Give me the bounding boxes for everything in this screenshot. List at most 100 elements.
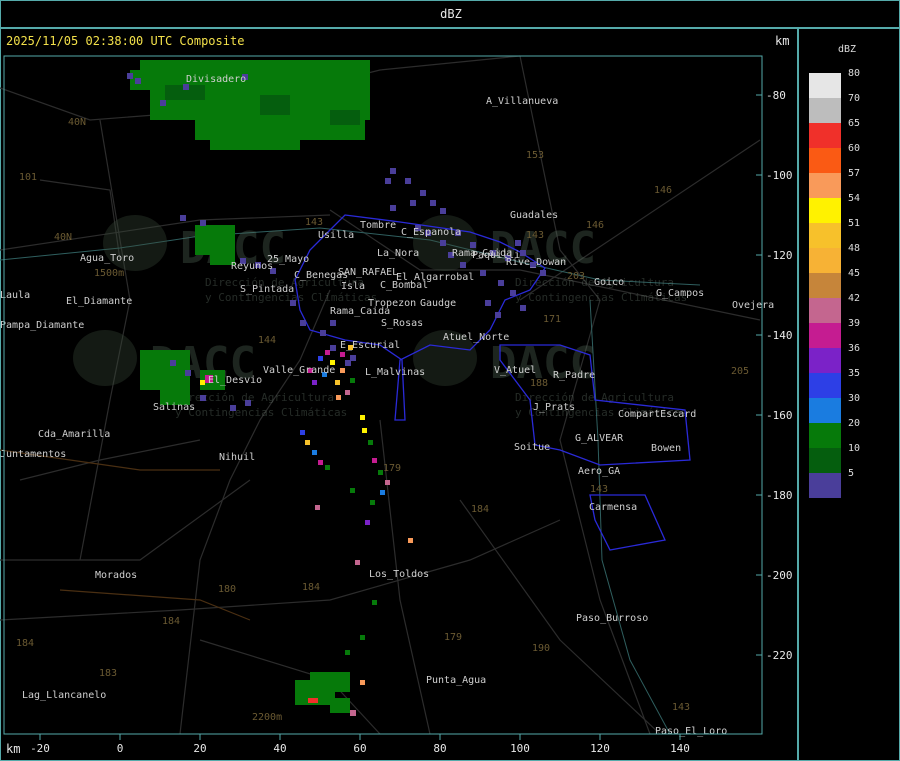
echo-cell: [365, 520, 370, 525]
echo-cell: [405, 178, 411, 184]
echo-cell: [520, 305, 526, 311]
place-label: Rama_Caida: [330, 306, 390, 317]
echo-cell: [300, 430, 305, 435]
x-tick-label: 140: [670, 742, 690, 755]
echo-cell: [345, 650, 350, 655]
road-number-label: 171: [543, 314, 561, 325]
place-label: S_Rosas: [381, 318, 423, 329]
y-axis-ticks: -80 -100 -120 -140 -160 -180 -200 -220: [756, 89, 793, 662]
watermark-logo: [73, 330, 137, 386]
legend-swatch: [809, 173, 841, 198]
timestamp-label: 2025/11/05 02:38:00 UTC Composite: [6, 34, 245, 48]
echo-cell: [245, 400, 251, 406]
x-tick-label: 20: [193, 742, 206, 755]
place-label: Paso_Burroso: [576, 613, 648, 624]
legend-swatch: [809, 123, 841, 148]
legend-swatch: [809, 298, 841, 323]
echo-cell: [380, 490, 385, 495]
y-tick-label: -160: [766, 409, 793, 422]
place-label: Ovejera: [732, 300, 774, 311]
echo-cell: [180, 215, 186, 221]
road-number-label: 143: [305, 217, 323, 228]
place-label: Paso_El_Loro: [655, 726, 727, 737]
echo-cell: [325, 465, 330, 470]
place-label: L_Malvinas: [365, 367, 425, 378]
echo-cell: [495, 312, 501, 318]
echo-cell: [360, 415, 365, 420]
echo-cell: [440, 240, 446, 246]
road-number-label: 205: [731, 366, 749, 377]
legend-swatch: [809, 148, 841, 173]
place-label: Pampa_Diamante: [0, 320, 84, 331]
echo-cell: [290, 300, 296, 306]
legend-label: 10: [848, 443, 861, 454]
place-label: El_Desvio: [208, 375, 262, 386]
x-tick-label: 60: [353, 742, 366, 755]
echo-cell: [312, 380, 317, 385]
echo-cell: [340, 352, 345, 357]
road-number-label: 179: [444, 632, 462, 643]
legend-swatch: [809, 373, 841, 398]
place-label: S_Pintada: [240, 284, 294, 295]
place-label: Isla: [341, 281, 365, 292]
x-tick-label: 100: [510, 742, 530, 755]
echo-cell: [320, 330, 326, 336]
place-label: Usilla: [318, 230, 354, 241]
place-label: SAN_RAFAEL: [338, 267, 398, 278]
place-label: Aero_GA: [578, 466, 620, 477]
road-number-label: 188: [530, 378, 548, 389]
place-label: V_Atuel: [494, 365, 536, 376]
place-label: C_Bombal: [380, 280, 428, 291]
echo-cell: [362, 428, 367, 433]
place-label: Soitue: [514, 442, 550, 453]
place-label: Valle_Grande: [263, 365, 335, 376]
place-label: J_Prats: [533, 402, 575, 413]
legend-swatch: [809, 273, 841, 298]
legend-label: 60: [848, 143, 861, 154]
place-label: Carmensa: [589, 502, 637, 513]
echo-cell: [210, 140, 300, 150]
road-number-label: 183: [99, 668, 117, 679]
echo-cell: [390, 205, 396, 211]
place-label: CompartEscard: [618, 409, 696, 420]
x-tick-label: 120: [590, 742, 610, 755]
dbz-legend: 80 70 65 60 57 54 51 48 45 42 39 36 35 30 20 10 5: [809, 68, 889, 498]
echo-cell: [350, 355, 356, 361]
place-label: Atuel_Norte: [443, 332, 509, 343]
y-tick-label: -220: [766, 649, 793, 662]
echo-cell: [370, 500, 375, 505]
echo-cell: [200, 220, 206, 226]
echo-cell: [330, 698, 350, 713]
road-number-label: 184: [302, 582, 320, 593]
road-line: [0, 479, 251, 561]
road-number-label: 179: [383, 463, 401, 474]
echo-cell: [170, 360, 176, 366]
echo-cell: [408, 538, 413, 543]
road-number-label: 40N: [68, 117, 86, 128]
place-label: Los_Toldos: [369, 569, 429, 580]
echo-cell: [520, 250, 526, 256]
legend-label: 45: [848, 268, 861, 279]
road-number-label: 180: [218, 584, 236, 595]
echo-cell: [305, 440, 310, 445]
road-number-label: 143: [672, 702, 690, 713]
echo-cell: [350, 710, 356, 716]
echo-cell: [485, 300, 491, 306]
echo-cell: [410, 200, 416, 206]
watermark-sub: y Contingencias Climáticas: [175, 406, 347, 419]
place-label: Laula: [0, 290, 30, 301]
y-tick-label: -80: [766, 89, 786, 102]
place-label: El_Diamante: [66, 296, 132, 307]
legend-label: 42: [848, 293, 861, 304]
place-label: Salinas: [153, 402, 195, 413]
legend-label: 30: [848, 393, 861, 404]
echo-cell: [200, 395, 206, 401]
radar-map[interactable]: DACCDirección de Agriculturay Contingenc…: [0, 0, 798, 761]
echo-cell: [127, 73, 133, 79]
echo-cell: [368, 440, 373, 445]
echo-cell: [372, 458, 377, 463]
echo-cell: [340, 368, 345, 373]
place-label: Morados: [95, 570, 137, 581]
echo-cell: [300, 320, 306, 326]
road-number-label: 153: [526, 150, 544, 161]
